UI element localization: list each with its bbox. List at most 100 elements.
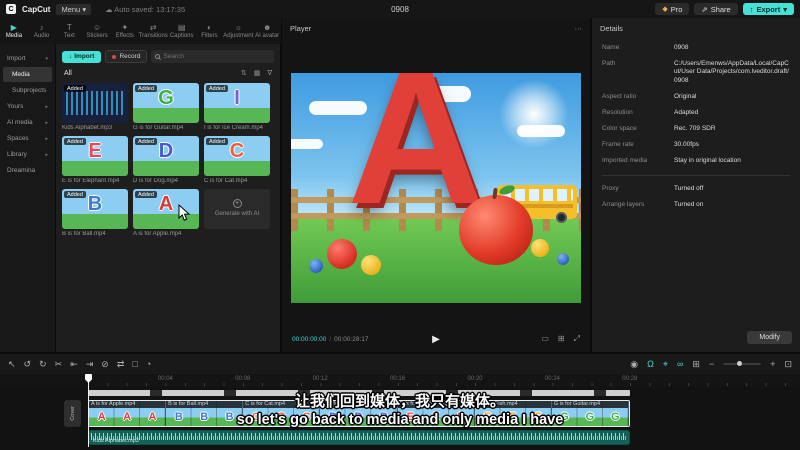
zoom-slider-knob[interactable] <box>737 361 743 366</box>
delete-right-icon[interactable]: ⇥ <box>86 359 94 369</box>
media-thumbnail[interactable]: Added D <box>133 136 199 176</box>
sidebar-item[interactable]: Yours ▸ <box>3 99 52 114</box>
media-thumbnail[interactable]: Added B <box>62 189 128 229</box>
sort-icon[interactable]: ⇅ <box>241 69 247 77</box>
sidebar-item-label: Spaces <box>7 135 29 142</box>
media-item[interactable]: Added E E is for Elephant.mp4 <box>62 136 128 184</box>
sidebar-item-label: Library <box>7 151 27 158</box>
top-tab[interactable]: ♪ Audio <box>28 18 56 44</box>
redo-icon[interactable]: ↻ <box>39 359 47 369</box>
media-thumbnail[interactable]: Added <box>62 83 128 123</box>
added-badge: Added <box>64 85 86 92</box>
media-item[interactable]: Added D D is for Dog.mp4 <box>133 136 199 184</box>
voiceover-icon[interactable]: ◉ <box>630 359 638 369</box>
tab-icon: ▶ <box>10 22 17 32</box>
modify-button[interactable]: Modify <box>747 331 792 344</box>
top-tab[interactable]: ☺ Stickers <box>83 18 111 44</box>
detail-value: Stay in original location <box>674 156 741 164</box>
preview-grid-icon[interactable]: ⊞ <box>558 334 565 344</box>
filter-all-label[interactable]: All <box>64 70 72 77</box>
crop-icon[interactable]: □ <box>132 359 137 369</box>
sidebar-item[interactable]: Import ▾ <box>3 51 52 66</box>
menu-button[interactable]: Menu ▾ <box>56 3 92 15</box>
share-button[interactable]: ⇗ Share <box>694 3 738 15</box>
fullscreen-icon[interactable]: ⤢ <box>574 334 580 344</box>
top-tab[interactable]: ☼ Adjustment <box>223 18 253 44</box>
blue-ball <box>309 259 323 273</box>
detail-value: Rec. 709 SDR <box>674 124 716 132</box>
top-tab[interactable]: ✦ Effects <box>111 18 139 44</box>
speed-icon[interactable]: ◔ <box>146 359 151 369</box>
ratio-icon[interactable]: ▭ <box>541 334 549 344</box>
media-item[interactable]: Added Kids Alphabet.mp3 <box>62 83 128 131</box>
top-tab[interactable]: ◐ Filters <box>196 18 224 44</box>
generate-ai-tile[interactable]: + Generate with AI <box>204 189 270 229</box>
filter-icon[interactable]: ∇ <box>267 69 272 77</box>
audio-clip[interactable]: Kids Alphabet.mp3 <box>88 430 630 445</box>
select-icon[interactable]: ↖ <box>8 359 16 369</box>
media-item[interactable]: Added I I is for Ice Cream.mp4 <box>204 83 270 131</box>
media-item[interactable]: Added C C is for Cat.mp4 <box>204 136 270 184</box>
top-tab[interactable]: ▶ Media <box>0 18 28 44</box>
search-box[interactable] <box>151 50 274 63</box>
delete-icon[interactable]: ⊘ <box>101 359 109 369</box>
app-name: CapCut <box>22 4 51 14</box>
top-tab[interactable]: T Text <box>55 18 83 44</box>
detail-row: Path C:/Users/Emenws/AppData/Local/CapCu… <box>602 60 790 85</box>
sidebar-item-label: AI media <box>7 119 33 126</box>
media-thumbnail[interactable]: Added I <box>204 83 270 123</box>
current-time: 00:00:00:00 <box>292 335 327 343</box>
mirror-icon[interactable]: ⇄ <box>117 359 125 369</box>
export-button[interactable]: ↑ Export ▾ <box>742 3 794 15</box>
fit-timeline-icon[interactable]: ⊡ <box>784 359 792 369</box>
sidebar-item[interactable]: Spaces ▸ <box>3 131 52 146</box>
sidebar-item-label: Yours <box>7 103 24 110</box>
zoom-slider[interactable] <box>723 361 762 366</box>
zoom-out-icon[interactable]: − <box>709 359 714 369</box>
media-thumbnail[interactable]: Added G <box>133 83 199 123</box>
snapping-icon[interactable]: ⌖ <box>663 359 668 369</box>
top-tab[interactable]: ⇄ Transitions <box>139 18 168 44</box>
chevron-down-icon: ▾ <box>82 4 87 14</box>
view-grid-icon[interactable]: ▦ <box>254 69 261 77</box>
sidebar-item[interactable]: AI media ▸ <box>3 115 52 130</box>
download-icon: ↓ <box>69 53 73 60</box>
added-badge: Added <box>135 191 157 198</box>
pro-button[interactable]: ◆ Pro <box>655 3 690 15</box>
detail-value: Turned off <box>674 184 704 192</box>
sidebar-item[interactable]: Subprojects <box>3 83 52 98</box>
top-tab[interactable]: ▤ Captions <box>168 18 196 44</box>
delete-left-icon[interactable]: ⇤ <box>70 359 78 369</box>
yellow-ball <box>361 255 381 275</box>
tab-label: Filters <box>201 32 218 39</box>
tab-label: Media <box>5 32 23 39</box>
preview-axis-icon[interactable]: ⊞ <box>692 359 700 369</box>
media-thumbnail[interactable]: Added E <box>62 136 128 176</box>
detail-label: Frame rate <box>602 140 634 148</box>
record-button[interactable]: Record <box>105 50 148 63</box>
sidebar-item[interactable]: Library ▸ <box>3 147 52 162</box>
timeline-ruler[interactable]: 00:04 00:08 00:12 00:16 00:20 00:24 00:28 <box>0 374 800 387</box>
added-badge: Added <box>135 85 157 92</box>
magnet-icon[interactable]: Ω <box>647 359 654 369</box>
media-thumbnail[interactable]: Added C <box>204 136 270 176</box>
linking-icon[interactable]: ∞ <box>677 359 683 369</box>
added-badge: Added <box>135 138 157 145</box>
media-item[interactable]: Added B B is for Ball.mp4 <box>62 189 128 237</box>
sidebar-item[interactable]: Dreamina <box>3 163 52 178</box>
play-button[interactable]: ▶ <box>432 334 440 345</box>
undo-icon[interactable]: ↺ <box>24 359 32 369</box>
media-item-name: B is for Ball.mp4 <box>62 231 106 237</box>
cloud-icon <box>517 125 565 137</box>
tab-label: Audio <box>33 32 50 39</box>
player-more-icon[interactable]: ⋯ <box>575 24 583 33</box>
split-icon[interactable]: ✂ <box>55 359 63 369</box>
video-preview[interactable]: A <box>291 73 581 303</box>
timeline-toolbar: ↖ ↺ ↻ ✂ ⇤ ⇥ ⊘ ⇄ □ ◔ ◉ Ω ⌖ ∞ ⊞ − + ⊡ <box>0 354 800 374</box>
import-button[interactable]: ↓ Import <box>62 50 102 63</box>
search-input[interactable] <box>163 53 270 60</box>
sidebar-item[interactable]: Media <box>3 67 52 82</box>
zoom-in-icon[interactable]: + <box>770 359 775 369</box>
media-item[interactable]: Added G G is for Guitar.mp4 <box>133 83 199 131</box>
top-tab[interactable]: ☻ AI avatar <box>253 18 281 44</box>
